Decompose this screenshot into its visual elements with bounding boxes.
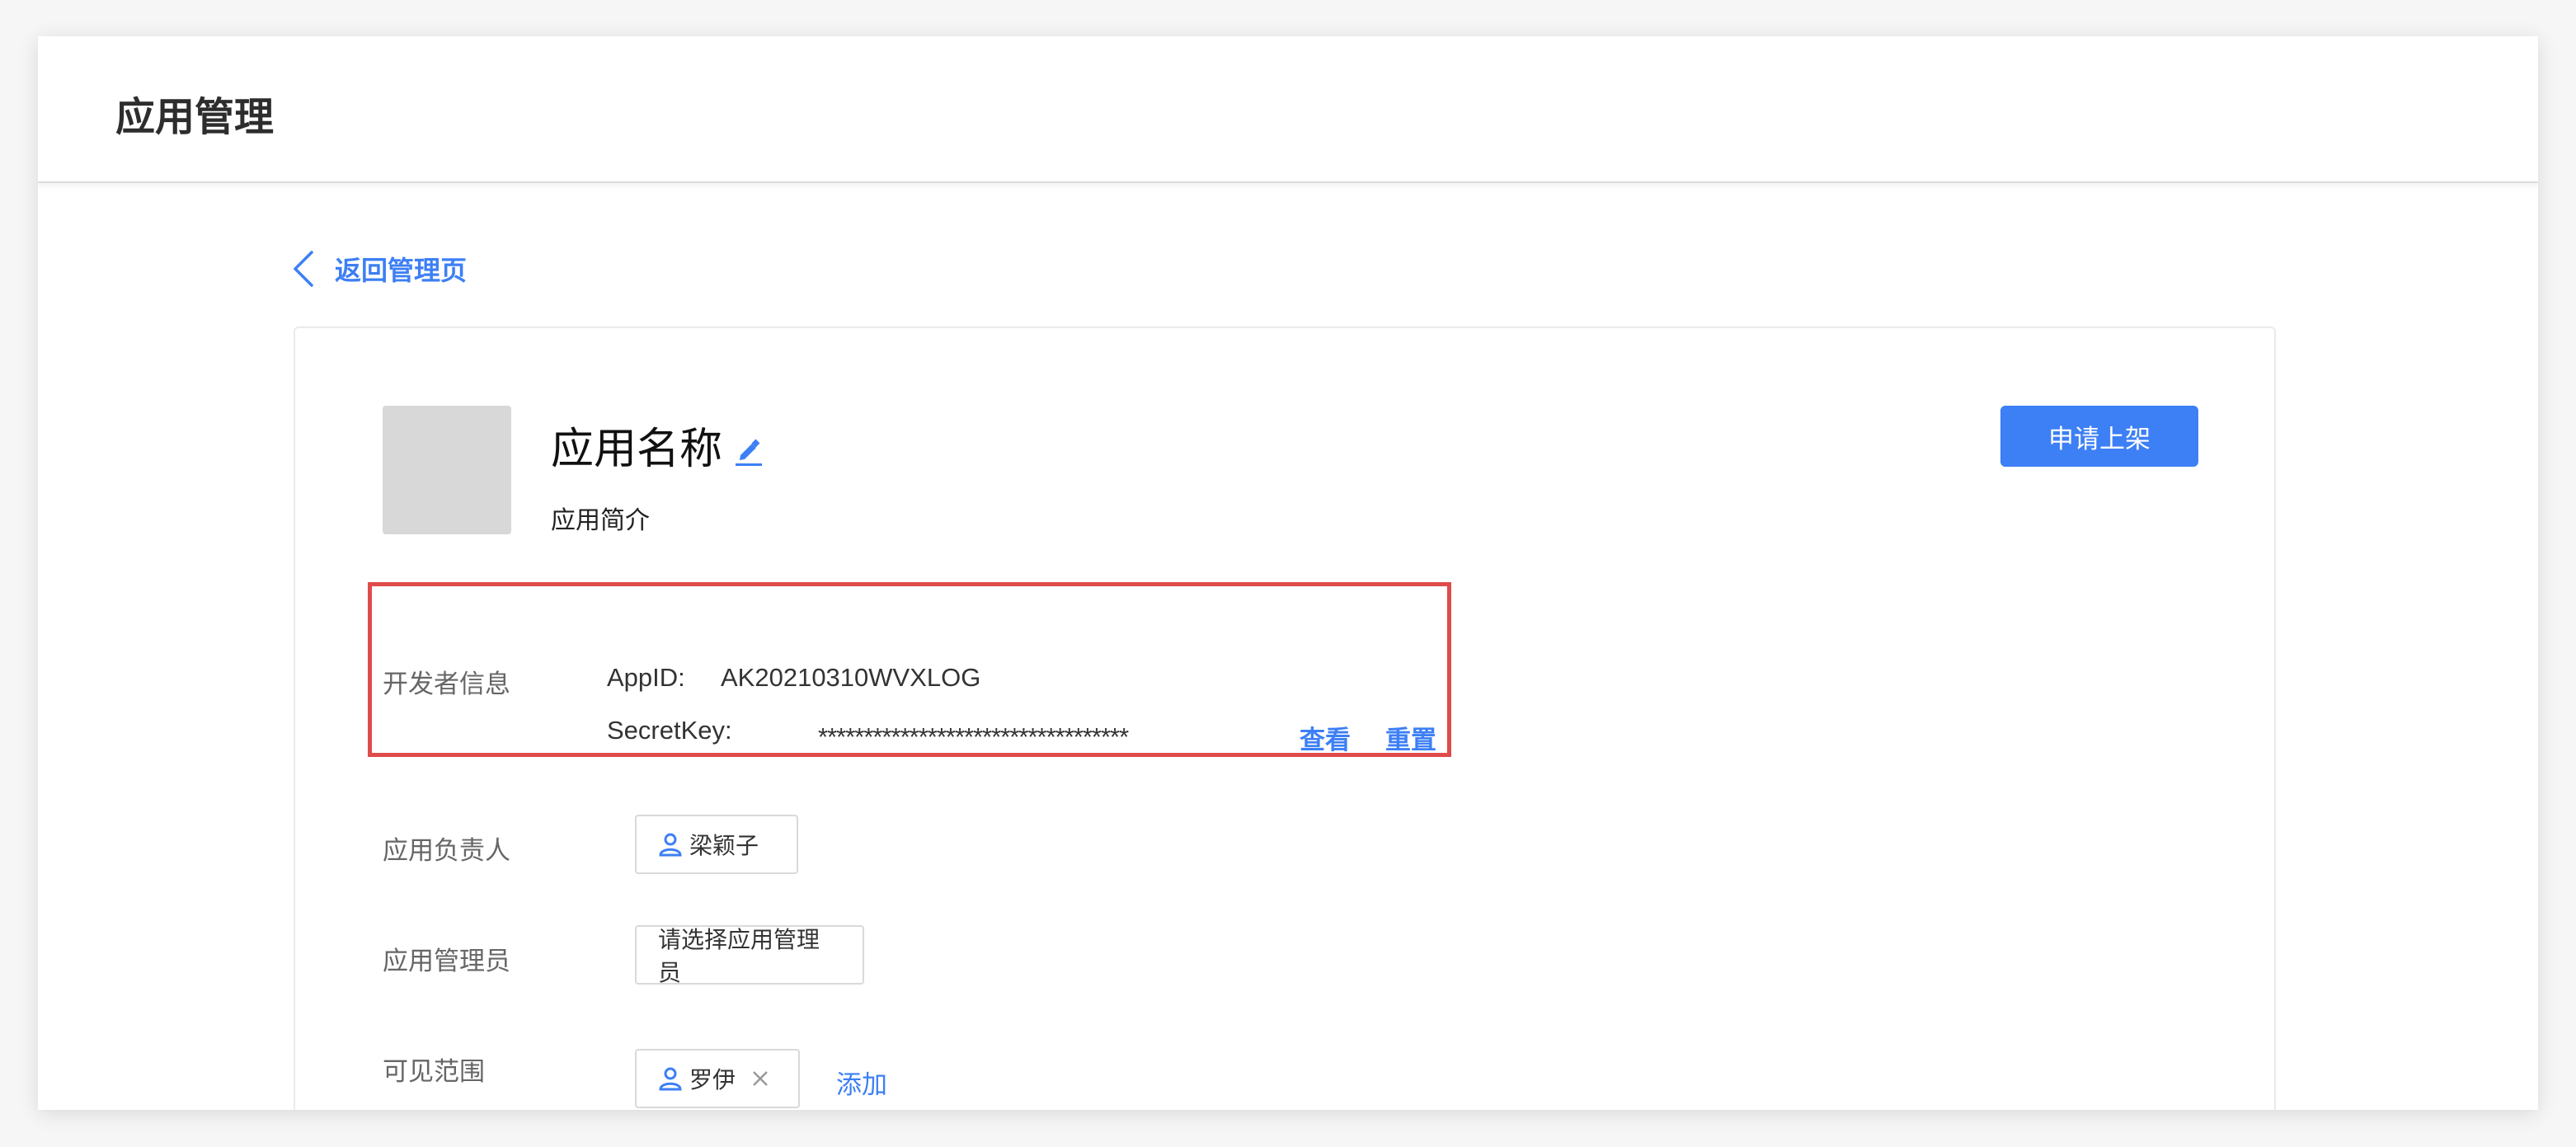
back-link-label: 返回管理页 [335,256,468,285]
secretkey-value: ********************************** [818,722,1129,751]
appid-label: AppID: [607,663,685,692]
edit-icon[interactable] [734,435,764,467]
page-title: 应用管理 [115,96,275,139]
admin-select[interactable]: 请选择应用管理员 [635,925,864,985]
user-icon [659,1067,682,1091]
app-name: 应用名称 [551,425,723,473]
admin-label: 应用管理员 [383,947,510,975]
developer-info-label: 开发者信息 [383,670,510,698]
owner-name: 梁颖子 [689,833,759,858]
app-description: 应用简介 [551,507,650,534]
back-link[interactable]: 返回管理页 [290,246,467,292]
secretkey-label: SecretKey: [607,716,732,745]
app-window: 应用管理 返回管理页 应用名称 应用简介 申请上架 开发者信息 AppID: A… [38,36,2538,1110]
chevron-left-icon [294,251,313,287]
add-visibility-link[interactable]: 添加 [836,1064,887,1101]
visibility-member-chip[interactable]: 罗伊 [635,1049,800,1108]
top-bar: 应用管理 [38,36,2538,183]
app-icon-placeholder [383,406,511,534]
reset-secret-link[interactable]: 重置 [1385,719,1436,756]
app-detail-card: 应用名称 应用简介 申请上架 开发者信息 AppID: AK20210310WV… [294,327,2276,1110]
visibility-label: 可见范围 [383,1057,485,1086]
submit-listing-button[interactable]: 申请上架 [2000,406,2198,467]
owner-chip[interactable]: 梁颖子 [635,815,798,874]
admin-select-placeholder: 请选择应用管理员 [658,927,820,985]
appid-value: AK20210310WVXLOG [721,663,981,692]
user-icon [659,833,682,857]
visibility-member-name: 罗伊 [689,1067,736,1093]
close-icon[interactable] [750,1069,770,1088]
owner-label: 应用负责人 [383,836,510,865]
app-name-row: 应用名称 [551,414,764,476]
view-secret-link[interactable]: 查看 [1300,719,1351,756]
